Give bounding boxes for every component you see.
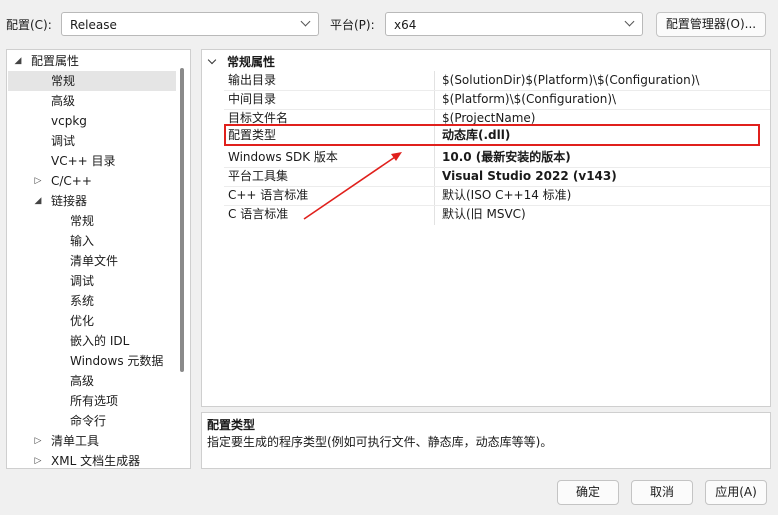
configuration-label: 配置(C): — [6, 18, 52, 32]
ok-button[interactable]: 确定 — [557, 480, 619, 505]
tree-item-label: 嵌入的 IDL — [70, 334, 130, 348]
tree-item-label: C/C++ — [51, 174, 92, 188]
highlight-box — [224, 124, 760, 146]
tree-item-label: 命令行 — [70, 414, 107, 428]
tree-item-label: 所有选项 — [70, 394, 119, 408]
tree-item-debugging[interactable]: 调试 — [8, 131, 176, 151]
property-row-cpp-language-standard[interactable]: C++ 语言标准 默认(ISO C++14 标准) — [224, 186, 770, 205]
tree-item-label: 高级 — [70, 374, 95, 388]
property-name: Windows SDK 版本 — [228, 150, 338, 164]
tree-item-label: vcpkg — [51, 114, 87, 128]
tree-item-label: XML 文档生成器 — [51, 454, 141, 468]
tree-item-label: 清单文件 — [70, 254, 119, 268]
tree-item-label: Windows 元数据 — [70, 354, 164, 368]
configuration-value: Release — [70, 18, 117, 32]
tree-item-label: 链接器 — [51, 194, 88, 208]
tree-scrollbar[interactable] — [180, 68, 184, 372]
tree-item-label: 输入 — [70, 234, 95, 248]
property-value[interactable]: $(SolutionDir)$(Platform)\$(Configuratio… — [442, 71, 699, 90]
tree-item-linker-debugging[interactable]: 调试 — [8, 271, 176, 291]
apply-button[interactable]: 应用(A) — [705, 480, 767, 505]
tree-item-label: 常规 — [51, 74, 76, 88]
property-value[interactable]: 10.0 (最新安装的版本) — [442, 148, 571, 167]
collapse-icon[interactable]: ◢ — [32, 191, 44, 211]
property-row-windows-sdk-version[interactable]: Windows SDK 版本 10.0 (最新安装的版本) — [224, 148, 770, 167]
chevron-down-icon — [300, 16, 311, 27]
property-row-platform-toolset[interactable]: 平台工具集 Visual Studio 2022 (v143) — [224, 167, 770, 186]
tree-item-linker-command-line[interactable]: 命令行 — [8, 411, 176, 431]
tree-item-label: 系统 — [70, 294, 95, 308]
property-name: C 语言标准 — [228, 207, 289, 221]
tree-item-label: 常规 — [70, 214, 95, 228]
toolbar: 配置(C): Release 平台(P): x64 配置管理器(O)... — [0, 0, 778, 50]
property-name: C++ 语言标准 — [228, 188, 309, 202]
property-row-c-language-standard[interactable]: C 语言标准 默认(旧 MSVC) — [224, 205, 770, 224]
property-value[interactable]: 默认(ISO C++14 标准) — [442, 186, 571, 205]
property-value[interactable]: Visual Studio 2022 (v143) — [442, 167, 617, 186]
tree-item-linker-system[interactable]: 系统 — [8, 291, 176, 311]
property-grid: 常规属性 输出目录 $(SolutionDir)$(Platform)\$(Co… — [201, 49, 771, 407]
platform-value: x64 — [394, 18, 417, 32]
tree-item-c-cpp[interactable]: ▷ C/C++ — [8, 171, 176, 191]
tree-item-linker-embedded-idl[interactable]: 嵌入的 IDL — [8, 331, 176, 351]
property-name: 平台工具集 — [228, 169, 289, 183]
category-general-properties[interactable]: 常规属性 — [202, 53, 770, 71]
config-manager-button[interactable]: 配置管理器(O)... — [656, 12, 766, 37]
expand-icon[interactable]: ▷ — [32, 171, 44, 191]
tree-item-label: 清单工具 — [51, 434, 100, 448]
tree-item-manifest-tool[interactable]: ▷ 清单工具 — [8, 431, 176, 451]
tree-item-linker-optimization[interactable]: 优化 — [8, 311, 176, 331]
property-value[interactable]: $(Platform)\$(Configuration)\ — [442, 90, 616, 109]
chevron-down-icon[interactable] — [207, 55, 217, 65]
tree-item-label: 配置属性 — [31, 54, 80, 68]
tree-item-label: 优化 — [70, 314, 95, 328]
description-panel: 配置类型 指定要生成的程序类型(例如可执行文件、静态库，动态库等等)。 — [201, 412, 771, 469]
platform-label: 平台(P): — [330, 18, 375, 32]
expand-icon[interactable]: ▷ — [32, 431, 44, 451]
tree-item-vcpkg[interactable]: vcpkg — [8, 111, 176, 131]
property-tree: ◢ 配置属性 常规 高级 vcpkg 调试 VC++ 目录 ▷ C/C++ ◢ … — [6, 49, 191, 469]
tree-item-linker[interactable]: ◢ 链接器 — [8, 191, 176, 211]
tree-item-vc-directories[interactable]: VC++ 目录 — [8, 151, 176, 171]
configuration-dropdown[interactable]: Release — [61, 12, 319, 36]
property-row-output-directory[interactable]: 输出目录 $(SolutionDir)$(Platform)\$(Configu… — [224, 71, 770, 90]
platform-dropdown[interactable]: x64 — [385, 12, 643, 36]
tree-item-linker-advanced[interactable]: 高级 — [8, 371, 176, 391]
property-value[interactable]: 默认(旧 MSVC) — [442, 205, 526, 224]
tree-item-linker-manifest[interactable]: 清单文件 — [8, 251, 176, 271]
cancel-button[interactable]: 取消 — [631, 480, 693, 505]
tree-item-label: 调试 — [51, 134, 76, 148]
tree-item-xml-doc-generator[interactable]: ▷ XML 文档生成器 — [8, 451, 176, 468]
category-label: 常规属性 — [227, 55, 276, 69]
tree-item-linker-windows-metadata[interactable]: Windows 元数据 — [8, 351, 176, 371]
description-title: 配置类型 — [207, 418, 256, 432]
tree-item-label: 高级 — [51, 94, 76, 108]
expand-icon[interactable]: ▷ — [32, 451, 44, 468]
chevron-down-icon — [624, 16, 635, 27]
tree-item-linker-all-options[interactable]: 所有选项 — [8, 391, 176, 411]
tree-item-config-properties[interactable]: ◢ 配置属性 — [8, 51, 176, 71]
collapse-icon[interactable]: ◢ — [12, 51, 24, 71]
property-name: 输出目录 — [228, 73, 277, 87]
tree-item-label: 调试 — [70, 274, 95, 288]
tree-item-linker-input[interactable]: 输入 — [8, 231, 176, 251]
tree-item-general[interactable]: 常规 — [8, 71, 176, 91]
tree-item-advanced[interactable]: 高级 — [8, 91, 176, 111]
property-name: 中间目录 — [228, 92, 277, 106]
tree-item-linker-general[interactable]: 常规 — [8, 211, 176, 231]
description-text: 指定要生成的程序类型(例如可执行文件、静态库，动态库等等)。 — [207, 435, 553, 449]
tree-item-label: VC++ 目录 — [51, 154, 116, 168]
property-row-intermediate-directory[interactable]: 中间目录 $(Platform)\$(Configuration)\ — [224, 90, 770, 109]
